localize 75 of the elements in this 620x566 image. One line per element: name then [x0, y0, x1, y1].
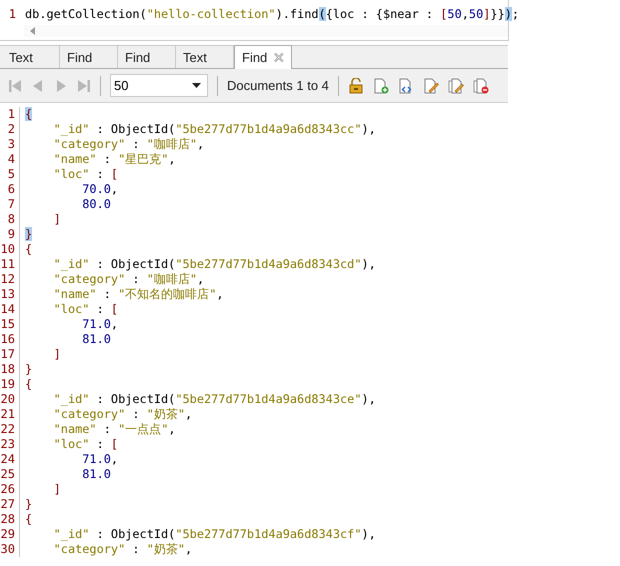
code-line: 70.0, — [81, 182, 118, 197]
line-number: 7 — [0, 197, 20, 212]
line-number: 8 — [0, 212, 20, 227]
line-number: 29 — [0, 527, 20, 542]
documents-range: Documents 1 to 4 — [227, 78, 329, 93]
code-line: "_id" : ObjectId("5be277d77b1d4a9a6d8343ce"), — [52, 392, 376, 407]
line-number: 30 — [0, 542, 20, 557]
code-line: "category" : "咖啡店", — [52, 137, 204, 152]
code-line: "_id" : ObjectId("5be277d77b1d4a9a6d8343cd"), — [52, 257, 376, 272]
line-number: 14 — [0, 302, 20, 317]
line-number: 16 — [0, 332, 20, 347]
line-number: 19 — [0, 377, 20, 392]
line-number: 13 — [0, 287, 20, 302]
lock-icon[interactable] — [348, 78, 364, 94]
page-size-dropdown[interactable]: 50 — [110, 74, 208, 97]
line-number: 15 — [0, 317, 20, 332]
line-number: 2 — [0, 122, 20, 137]
code-line: ] — [52, 347, 61, 362]
line-number: 6 — [0, 182, 20, 197]
code-document-icon[interactable] — [398, 78, 414, 94]
code-line: "loc" : [ — [52, 167, 118, 182]
code-line: "_id" : ObjectId("5be277d77b1d4a9a6d8343cf"), — [52, 527, 376, 542]
query-code[interactable]: db.getCollection("hello-collection").find({loc : {$near : [50,50]}}); — [20, 6, 520, 22]
code-line: "category" : "咖啡店", — [52, 272, 204, 287]
code-line: ] — [52, 212, 61, 227]
line-number: 10 — [0, 242, 20, 257]
line-number: 11 — [0, 257, 20, 272]
line-number: 20 — [0, 392, 20, 407]
edit-document-icon[interactable] — [422, 78, 439, 94]
line-number: 27 — [0, 497, 20, 512]
line-number: 17 — [0, 347, 20, 362]
code-line: "category" : "奶茶", — [52, 407, 192, 422]
line-number: 4 — [0, 152, 20, 167]
code-line: 71.0, — [81, 317, 118, 332]
code-line: "name" : "星巴克", — [52, 152, 176, 167]
scroll-left-icon[interactable] — [30, 27, 36, 35]
line-number: 3 — [0, 137, 20, 152]
line-number: 1 — [0, 107, 20, 122]
tab[interactable]: Text — [2, 46, 60, 68]
line-number: 23 — [0, 437, 20, 452]
code-line: 81.0 — [81, 467, 111, 482]
line-number: 12 — [0, 272, 20, 287]
line-number: 24 — [0, 452, 20, 467]
line-number: 28 — [0, 512, 20, 527]
line-number: 22 — [0, 422, 20, 437]
code-line: "category" : "奶茶", — [52, 542, 192, 557]
close-icon[interactable] — [274, 52, 284, 63]
line-number: 5 — [0, 167, 20, 182]
edit-documents-icon[interactable] — [448, 78, 464, 94]
code-line: { — [24, 377, 32, 392]
delete-documents-icon[interactable] — [472, 78, 489, 94]
code-line: ] — [52, 482, 61, 497]
line-number: 9 — [0, 227, 20, 242]
code-line: "loc" : [ — [52, 302, 118, 317]
code-line: "loc" : [ — [52, 437, 118, 452]
tab[interactable]: Find — [60, 46, 118, 68]
code-line: 71.0, — [81, 452, 118, 467]
code-line: { — [24, 242, 32, 257]
code-line: } — [24, 497, 32, 512]
line-number: 18 — [0, 362, 20, 377]
code-line: "name" : "一点点", — [52, 422, 176, 437]
code-line: } — [24, 362, 32, 377]
tab[interactable]: Find — [234, 45, 292, 69]
code-line: "name" : "不知名的咖啡店", — [52, 287, 224, 302]
tab[interactable]: Find — [118, 46, 176, 68]
line-number: 1 — [8, 6, 17, 22]
code-line: 80.0 — [81, 197, 111, 212]
new-document-icon[interactable] — [372, 78, 389, 94]
line-number: 26 — [0, 482, 20, 497]
code-line: "_id" : ObjectId("5be277d77b1d4a9a6d8343cc"), — [52, 122, 376, 137]
code-line: 81.0 — [81, 332, 111, 347]
line-number: 21 — [0, 407, 20, 422]
code-line: { — [24, 512, 32, 527]
caret-icon — [192, 83, 201, 88]
line-number: 25 — [0, 467, 20, 482]
